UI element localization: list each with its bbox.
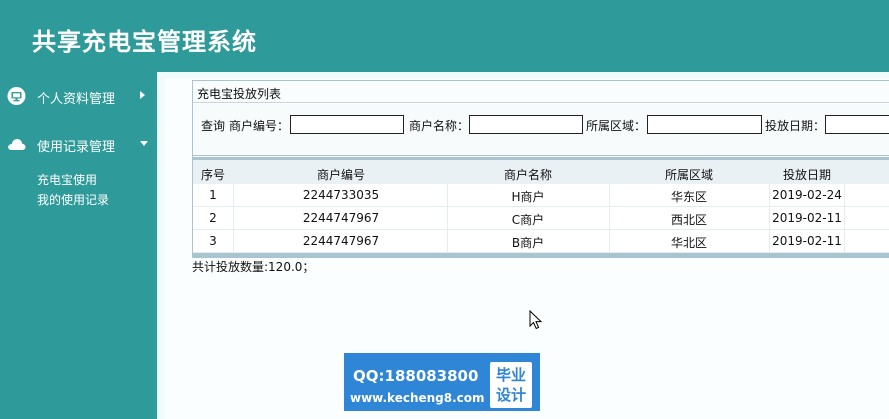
cell-deploy-date: 2019-02-11 [772,211,842,225]
watermark-banner: QQ:188083800 www.kecheng8.com 毕业 设计 [344,353,540,411]
table-header: 序号 商户编号 商户名称 所属区域 投放日期 [193,157,889,184]
watermark-qq: QQ:188083800 [353,367,479,385]
monitor-icon [7,87,26,105]
cloud-icon [8,139,26,150]
app-title: 共享充电宝管理系统 [32,28,257,56]
merchant-id-input[interactable] [290,115,404,134]
region-input[interactable] [647,115,762,134]
deployment-summary: 共计投放数量:120.0； [192,260,315,274]
menu-group-profile[interactable]: 个人资料管理 [0,83,157,109]
cell-merchant-id: 2244747967 [302,234,380,248]
sidebar-item-my-usage-records[interactable]: 我的使用记录 [37,191,109,208]
watermark-badge: 毕业 设计 [490,362,532,408]
cell-merchant-name: B商户 [511,236,545,250]
cell-merchant-name: C商户 [511,213,545,227]
column-header-index[interactable]: 序号 [201,166,225,183]
cell-deploy-date: 2019-02-11 [772,234,842,248]
table-row[interactable]: 1 2244733035 H商户 华东区 2019-02-24 [193,184,889,207]
region-label: 所属区域： [586,119,647,133]
deployment-list-panel: 充电宝投放列表 查询 商户编号： 商户名称： 所属区域： 投放日期： 序号 商户… [192,80,889,258]
merchant-name-label: 商户名称： [409,119,470,133]
deploy-date-label: 投放日期： [765,119,826,133]
cell-deploy-date: 2019-02-24 [772,188,842,202]
watermark-badge-line1: 毕业 [495,366,526,384]
app-header: 共享充电宝管理系统 [0,0,889,72]
merchant-name-input[interactable] [469,115,583,134]
cell-region: 西北区 [670,213,708,227]
table-row[interactable]: 2 2244747967 C商户 西北区 2019-02-11 [193,207,889,230]
cell-merchant-id: 2244733035 [302,188,380,202]
table-row[interactable]: 3 2244747967 B商户 华北区 2019-02-11 [193,230,889,253]
cell-region: 华北区 [670,236,708,250]
table-bottom-border [193,253,889,257]
cell-merchant-name: H商户 [511,190,545,204]
cell-index: 2 [209,211,217,225]
cell-index: 1 [209,188,217,202]
panel-title: 充电宝投放列表 [193,81,889,103]
merchant-id-label: 商户编号： [229,119,290,133]
column-header-deploy-date[interactable]: 投放日期 [783,166,831,183]
chevron-down-icon [140,141,148,146]
sidebar-item-powerbank-usage[interactable]: 充电宝使用 [37,171,97,188]
watermark-badge-line2: 设计 [495,386,526,404]
column-header-merchant-id[interactable]: 商户编号 [317,166,365,183]
search-toolbar: 查询 商户编号： 商户名称： 所属区域： 投放日期： [193,104,889,156]
chevron-right-icon [140,91,145,99]
sidebar: 个人资料管理 使用记录管理 充电宝使用 我的使用记录 [0,72,157,419]
search-prefix-label: 查询 [201,119,226,133]
column-header-merchant-name[interactable]: 商户名称 [504,166,552,183]
deploy-date-input[interactable] [825,115,889,134]
cell-index: 3 [209,234,217,248]
cell-merchant-id: 2244747967 [302,211,380,225]
mouse-pointer-icon [529,310,543,330]
watermark-url: www.kecheng8.com [350,391,485,405]
column-header-region[interactable]: 所属区域 [665,166,713,183]
cell-region: 华东区 [670,190,708,204]
menu-group-usage-records-label: 使用记录管理 [37,140,116,155]
menu-group-usage-records[interactable]: 使用记录管理 [0,131,157,157]
menu-group-profile-label: 个人资料管理 [37,92,116,107]
